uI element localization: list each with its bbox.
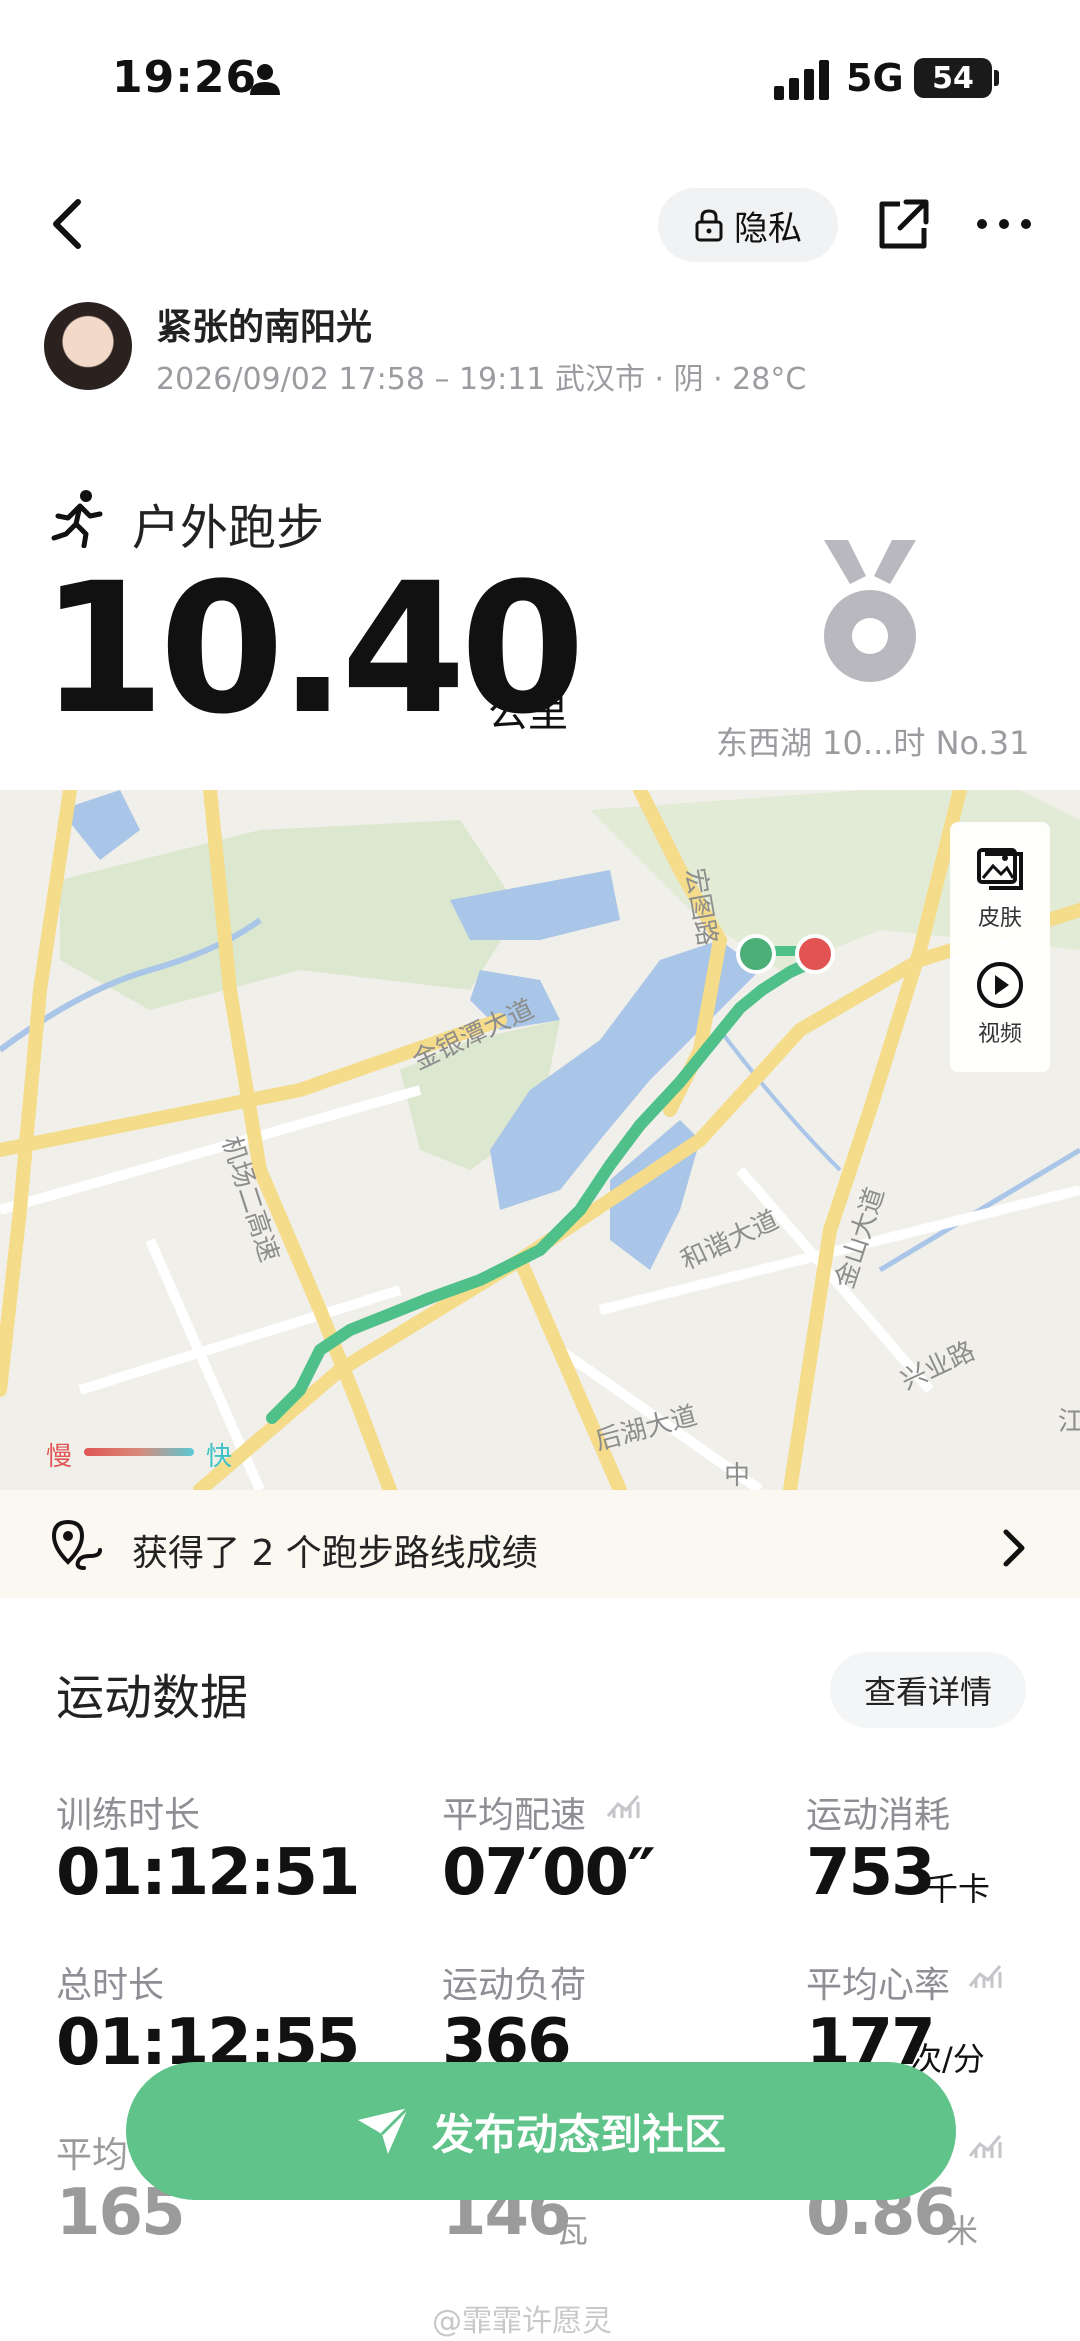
map-label-7: 兴业路 [896, 1335, 979, 1395]
legend-slow: 慢 [46, 1442, 73, 1472]
lock-icon [695, 209, 723, 242]
map-label-9: 江 [1058, 1406, 1080, 1436]
distance-unit: 公里 [488, 690, 568, 736]
stat-unit: 千卡 [926, 1870, 991, 1908]
map-canvas[interactable]: 宏图路 金银潭大道 机场二高速 和谐大道 金山大道 后湖大道 兴业路 中 江 [0, 790, 1080, 1490]
route-pin-icon [51, 1519, 102, 1570]
trend-chart-icon[interactable] [968, 2130, 1004, 2160]
video-button[interactable]: 视频 [950, 960, 1050, 1048]
battery-tip [994, 70, 999, 86]
route-map[interactable]: 宏图路 金银潭大道 机场二高速 和谐大道 金山大道 后湖大道 兴业路 中 江 [0, 790, 1080, 1490]
privacy-button[interactable]: 隐私 [658, 188, 838, 262]
stat-label: 训练时长 [56, 1795, 201, 1836]
trend-chart-icon[interactable] [606, 1790, 642, 1820]
stat-value: 753 [806, 1836, 936, 1910]
share-icon[interactable] [876, 196, 932, 252]
privacy-label: 隐私 [734, 208, 802, 249]
medal-caption[interactable]: 东西湖 10...时 No.31 [716, 718, 1029, 764]
stat-label: 平均配速 [442, 1795, 587, 1836]
stat-label: 总时长 [56, 1965, 165, 2006]
stat-label: 运动消耗 [806, 1795, 951, 1836]
trend-chart-icon[interactable] [968, 1960, 1004, 1990]
avatar[interactable] [44, 302, 132, 390]
view-details-button[interactable]: 查看详情 [830, 1652, 1026, 1728]
more-options-icon[interactable] [976, 214, 1032, 234]
skin-button[interactable]: 皮肤 [950, 844, 1050, 932]
cellular-signal-icon [774, 60, 829, 100]
section-title: 运动数据 [56, 1670, 249, 1726]
publish-label: 发布动态到社区 [431, 2109, 726, 2159]
battery-indicator: 54 [914, 58, 992, 98]
stat-value: 01:12:51 [56, 1836, 360, 1910]
map-side-panel: 皮肤 视频 [950, 822, 1050, 1072]
pace-legend-bar [84, 1448, 194, 1456]
stat-label: 平均心率 [806, 1965, 951, 2006]
stat-label: 运动负荷 [442, 1965, 587, 2006]
network-type: 5G [846, 56, 904, 100]
medal-icon[interactable] [820, 540, 920, 690]
skin-label: 皮肤 [977, 906, 1022, 931]
running-icon [51, 490, 103, 548]
watermark: @霏霏许愿灵 [432, 2304, 612, 2339]
status-time: 19:26 [112, 52, 258, 103]
person-icon [250, 64, 280, 95]
stat-value: 07′00″ [442, 1836, 656, 1910]
publish-to-community-button[interactable]: 发布动态到社区 [126, 2062, 956, 2200]
stat-unit: 瓦 [556, 2212, 589, 2250]
send-icon [357, 2106, 410, 2154]
achievement-text[interactable]: 获得了 2 个跑步路线成绩 [132, 1524, 538, 1576]
back-icon[interactable] [48, 196, 88, 252]
map-label-8: 中 [724, 1460, 750, 1490]
image-icon [977, 848, 1023, 890]
play-icon [977, 962, 1023, 1008]
legend-fast: 快 [206, 1442, 233, 1472]
activity-meta: 2026/09/02 17:58 – 19:11 武汉市 · 阴 · 28°C [156, 362, 807, 397]
user-name[interactable]: 紧张的南阳光 [156, 298, 372, 350]
stat-unit: 米 [946, 2212, 979, 2250]
stat-label: 平均 [56, 2135, 129, 2176]
chevron-right-icon[interactable] [1000, 1528, 1028, 1568]
video-label: 视频 [977, 1022, 1022, 1047]
